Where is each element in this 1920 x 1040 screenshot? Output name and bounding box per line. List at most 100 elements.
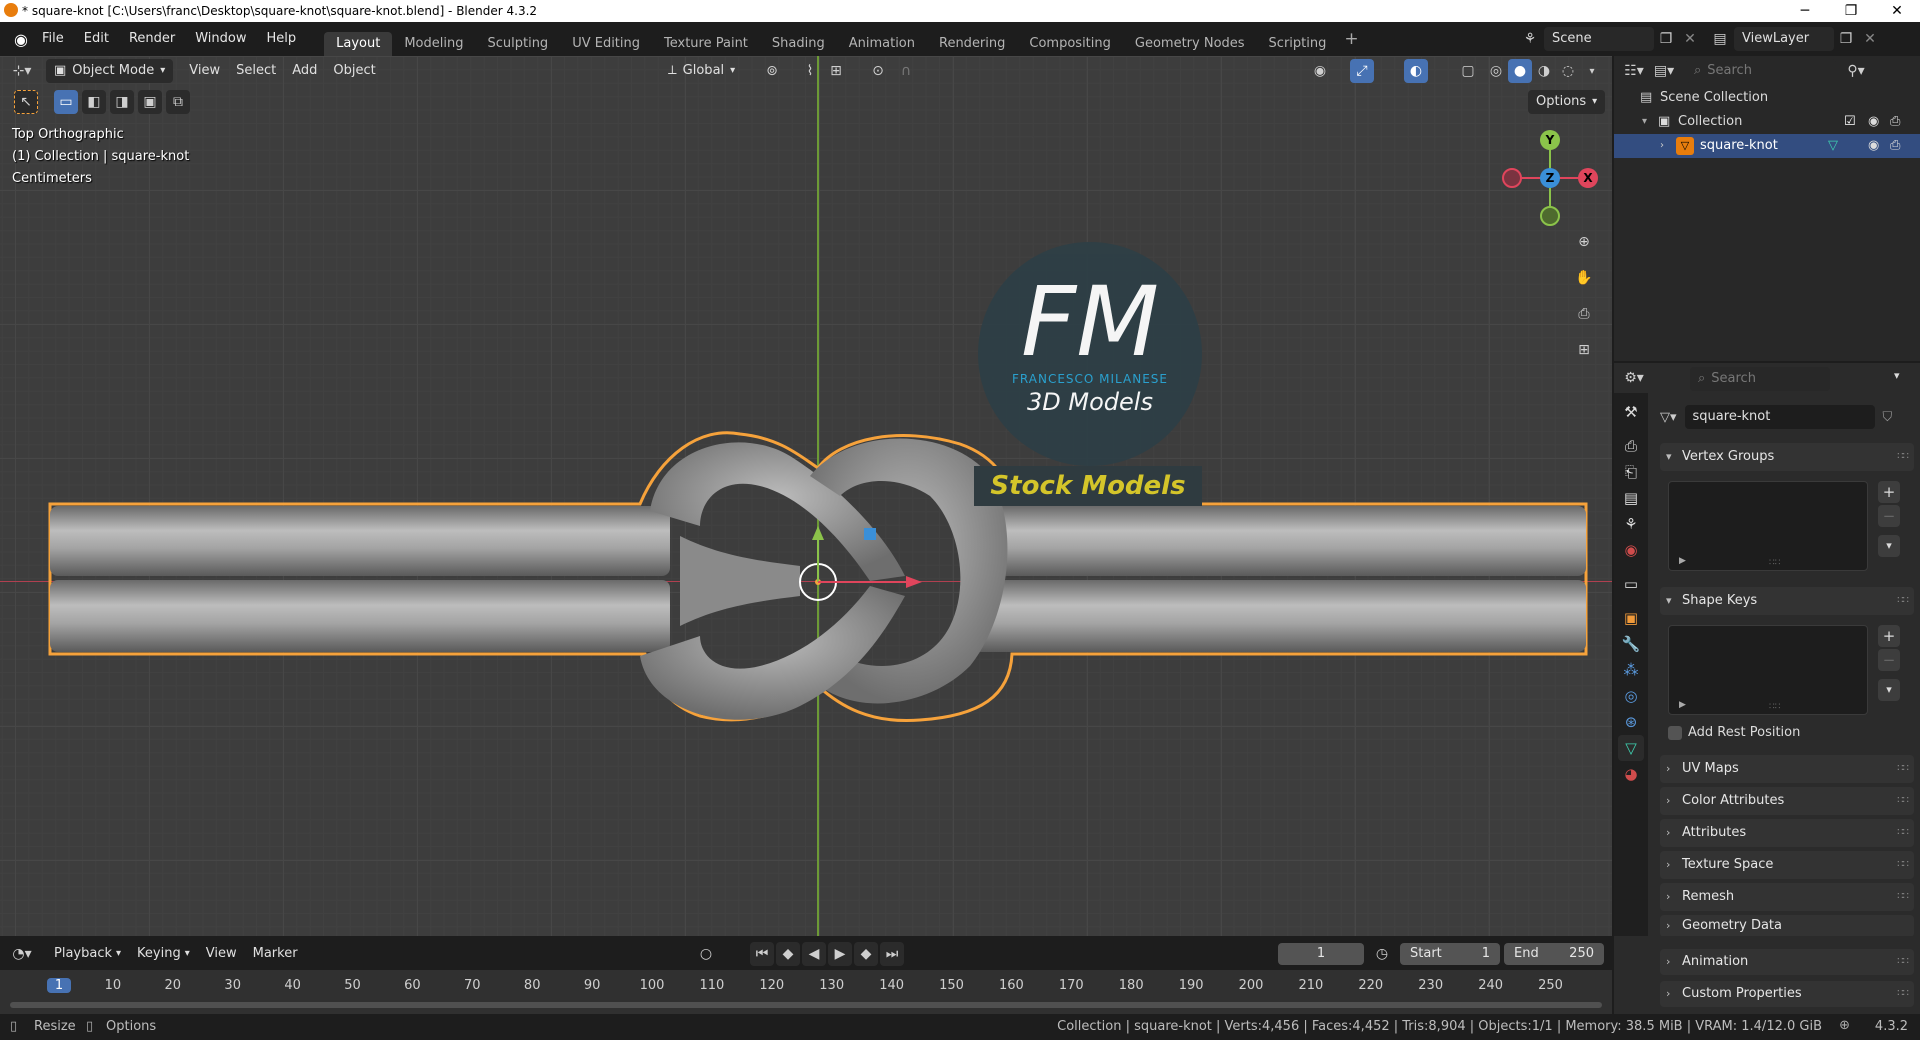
outliner-search-input[interactable]: ⌕ Search xyxy=(1686,59,1836,83)
add-vertex-group-button[interactable]: + xyxy=(1878,481,1900,503)
new-scene-icon[interactable]: ❐ xyxy=(1654,27,1678,51)
workspace-tab-uv-editing[interactable]: UV Editing xyxy=(560,32,652,56)
shape-key-specials-button[interactable]: ▾ xyxy=(1878,679,1900,701)
constraints-tab-icon[interactable]: ⊛ xyxy=(1618,709,1644,735)
tool-tab-icon[interactable]: ⚒ xyxy=(1618,399,1644,425)
display-mode-icon[interactable]: ▤▾ xyxy=(1652,59,1676,83)
mesh-data-icon[interactable]: ▽▾ xyxy=(1660,410,1677,425)
menu-edit[interactable]: Edit xyxy=(74,27,119,51)
gizmo-neg-x-icon[interactable] xyxy=(1502,168,1522,188)
gizmo-x-icon[interactable]: X xyxy=(1578,168,1598,188)
workspace-tab-texture-paint[interactable]: Texture Paint xyxy=(652,32,760,56)
view-layer-selector[interactable]: ViewLayer xyxy=(1734,27,1834,51)
outliner-editor-type-icon[interactable]: ☷▾ xyxy=(1622,59,1646,83)
drag-handle-icon[interactable]: ∷∷ xyxy=(1897,981,1909,1007)
drag-handle-icon[interactable]: ∷∷ xyxy=(1897,787,1909,815)
remesh-panel-header[interactable]: › Remesh ∷∷ xyxy=(1660,883,1914,911)
outliner-row-collection[interactable]: ▾ ▣ Collection ☑ ◉ ⎙ xyxy=(1614,110,1920,134)
camera-view-icon[interactable]: ⎙ xyxy=(1570,300,1598,328)
pan-hand-icon[interactable]: ✋ xyxy=(1570,264,1598,292)
shape-keys-list[interactable]: ▶ ∷∷ xyxy=(1668,625,1868,715)
menu-file[interactable]: File xyxy=(32,27,74,51)
add-rest-position-row[interactable]: Add Rest Position xyxy=(1668,725,1800,740)
filter-icon[interactable]: ⚲▾ xyxy=(1844,59,1868,83)
end-frame-field[interactable]: End 250 xyxy=(1504,943,1604,965)
square-knot-mesh[interactable] xyxy=(0,56,1612,936)
drag-handle-icon[interactable]: ∷∷ xyxy=(1897,851,1909,879)
new-view-layer-icon[interactable]: ❐ xyxy=(1834,27,1858,51)
marker-menu[interactable]: Marker xyxy=(245,942,306,966)
add-rest-position-checkbox[interactable] xyxy=(1668,725,1682,740)
current-frame-field[interactable]: 1 xyxy=(1278,943,1364,965)
collection-tab-icon[interactable]: ▭ xyxy=(1618,571,1644,597)
camera-icon[interactable]: ⎙ xyxy=(1890,134,1900,158)
drag-handle-icon[interactable]: ∷∷ xyxy=(1897,755,1909,783)
play-icon[interactable]: ▶ xyxy=(828,942,852,966)
drag-handle-icon[interactable]: ∷∷ xyxy=(1897,819,1909,847)
workspace-tab-sculpting[interactable]: Sculpting xyxy=(475,32,560,56)
vertex-group-specials-button[interactable]: ▾ xyxy=(1878,535,1900,557)
keying-menu[interactable]: Keying ▾ xyxy=(129,942,198,966)
mesh-name-field[interactable]: square-knot xyxy=(1684,405,1875,429)
menu-window[interactable]: Window xyxy=(185,27,256,51)
animation-panel-header[interactable]: › Animation ∷∷ xyxy=(1660,949,1914,975)
add-workspace-icon[interactable]: + xyxy=(1344,29,1358,49)
remove-vertex-group-button[interactable]: − xyxy=(1878,505,1900,527)
drag-handle-icon[interactable]: ∷∷ xyxy=(1897,883,1909,911)
minimize-icon[interactable]: ─ xyxy=(1782,0,1828,22)
3d-viewport[interactable]: ⊹▾ ▣ Object Mode ▾ View Select Add Objec… xyxy=(0,56,1612,936)
drag-handle-icon[interactable]: ∷∷ xyxy=(1897,949,1909,975)
timeline-editor-type-icon[interactable]: ◔▾ xyxy=(10,942,34,966)
gizmo-y-icon[interactable]: Y xyxy=(1540,130,1560,150)
render-tab-icon[interactable]: ⎙ xyxy=(1618,433,1644,459)
texture-space-panel-header[interactable]: › Texture Space ∷∷ xyxy=(1660,851,1914,879)
workspace-tab-modeling[interactable]: Modeling xyxy=(392,32,475,56)
workspace-tab-compositing[interactable]: Compositing xyxy=(1017,32,1123,56)
attributes-panel-header[interactable]: › Attributes ∷∷ xyxy=(1660,819,1914,847)
fake-user-shield-icon[interactable]: ⛉ xyxy=(1883,410,1893,425)
properties-editor-type-icon[interactable]: ⚙▾ xyxy=(1622,366,1646,390)
add-shape-key-button[interactable]: + xyxy=(1878,625,1900,647)
menu-help[interactable]: Help xyxy=(257,27,307,51)
gizmo-z-icon[interactable]: Z xyxy=(1540,168,1560,188)
view-layer-tab-icon[interactable]: ▤ xyxy=(1618,485,1644,511)
chevron-right-icon[interactable]: › xyxy=(1660,134,1664,158)
close-icon[interactable]: ✕ xyxy=(1874,0,1920,22)
navigation-gizmo[interactable]: Y Z X xyxy=(1500,128,1600,228)
maximize-icon[interactable]: ❐ xyxy=(1828,0,1874,22)
prev-keyframe-icon[interactable]: ◆ xyxy=(776,942,800,966)
timeline-scrollbar[interactable] xyxy=(10,1002,1602,1008)
particles-tab-icon[interactable]: ⁂ xyxy=(1618,657,1644,683)
jump-end-icon[interactable]: ⏭ xyxy=(880,942,904,966)
uv-maps-panel-header[interactable]: › UV Maps ∷∷ xyxy=(1660,755,1914,783)
orthographic-grid-icon[interactable]: ⊞ xyxy=(1570,336,1598,364)
jump-start-icon[interactable]: ⏮ xyxy=(750,942,774,966)
gizmo-neg-y-icon[interactable] xyxy=(1540,206,1560,226)
start-frame-field[interactable]: Start 1 xyxy=(1400,943,1500,965)
workspace-tab-animation[interactable]: Animation xyxy=(837,32,927,56)
material-tab-icon[interactable]: ◕ xyxy=(1618,761,1644,787)
view-layer-icon[interactable]: ▤ xyxy=(1708,27,1732,51)
delete-scene-icon[interactable]: ✕ xyxy=(1678,27,1702,51)
timeline-view-menu[interactable]: View xyxy=(198,942,245,966)
output-tab-icon[interactable]: ⎗ xyxy=(1618,459,1644,485)
zoom-icon[interactable]: ⊕ xyxy=(1570,228,1598,256)
remove-shape-key-button[interactable]: − xyxy=(1878,649,1900,671)
chevron-down-icon[interactable]: ▾ xyxy=(1894,369,1900,382)
blender-menu-icon[interactable]: ◉ xyxy=(10,28,32,50)
workspace-tab-rendering[interactable]: Rendering xyxy=(927,32,1017,56)
physics-tab-icon[interactable]: ◎ xyxy=(1618,683,1644,709)
shape-keys-panel-header[interactable]: ▾ Shape Keys ∷∷ xyxy=(1660,587,1914,615)
preview-range-icon[interactable]: ◷ xyxy=(1370,942,1394,966)
scene-tab-icon[interactable]: ⚘ xyxy=(1618,511,1644,537)
next-keyframe-icon[interactable]: ◆ xyxy=(854,942,878,966)
delete-view-layer-icon[interactable]: ✕ xyxy=(1858,27,1882,51)
scene-icon[interactable]: ⚘ xyxy=(1518,27,1542,51)
properties-search-input[interactable]: ⌕ Search xyxy=(1690,367,1830,391)
outliner-row-scene-collection[interactable]: ▤ Scene Collection xyxy=(1614,86,1920,110)
geometry-data-panel-header[interactable]: › Geometry Data xyxy=(1660,915,1914,937)
play-reverse-icon[interactable]: ◀ xyxy=(802,942,826,966)
workspace-tab-scripting[interactable]: Scripting xyxy=(1257,32,1339,56)
menu-render[interactable]: Render xyxy=(119,27,185,51)
vertex-groups-list[interactable]: ▶ ∷∷ xyxy=(1668,481,1868,571)
